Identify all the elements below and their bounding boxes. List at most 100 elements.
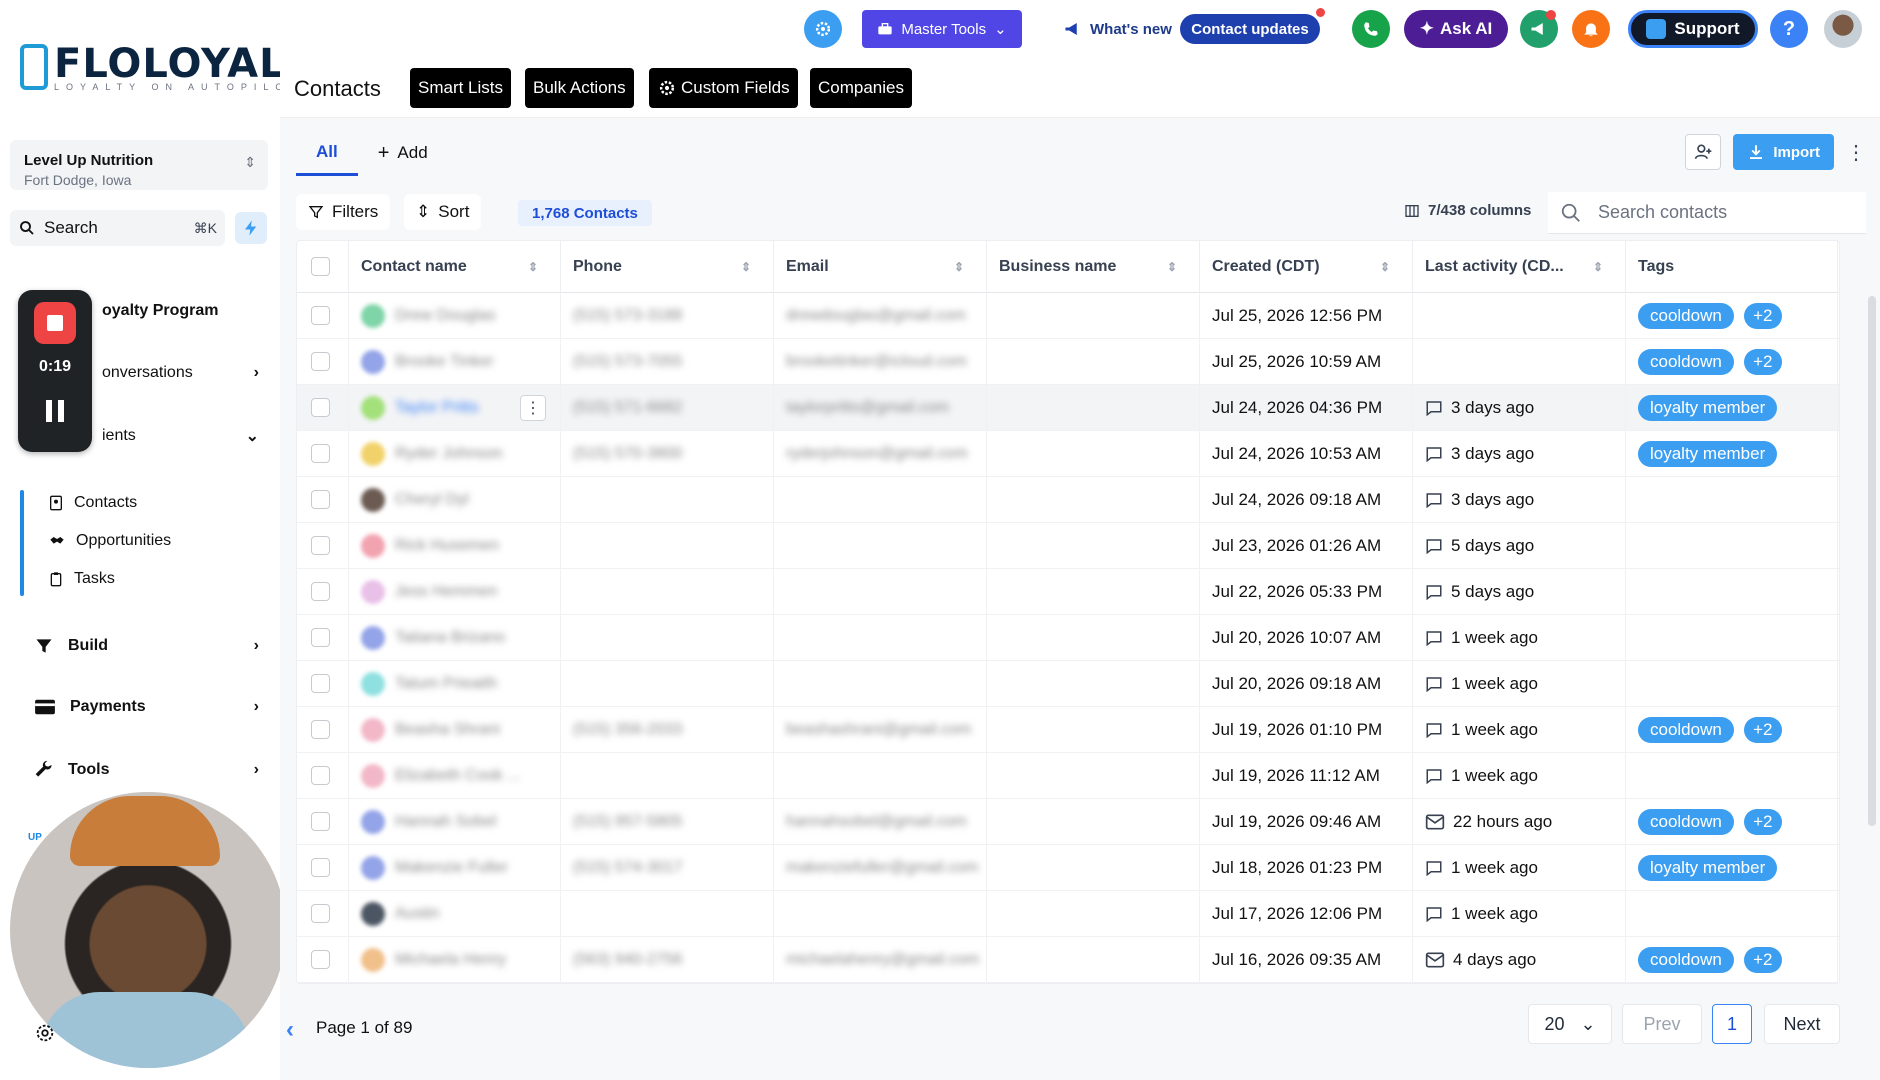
- sidebar-search[interactable]: Search ⌘K: [10, 210, 225, 246]
- tab-add[interactable]: + Add: [358, 130, 448, 176]
- sidebar-item-tools[interactable]: Tools ›: [34, 760, 259, 780]
- column-header[interactable]: Business name ⇕: [987, 240, 1200, 293]
- pause-button[interactable]: [46, 400, 64, 422]
- contact-name-cell[interactable]: Jess Hemmen: [349, 568, 561, 615]
- column-header[interactable]: Tags: [1626, 240, 1838, 293]
- settings-gear-icon[interactable]: [34, 1022, 56, 1044]
- contact-updates-button[interactable]: Contact updates: [1180, 14, 1320, 44]
- tag-badge[interactable]: loyalty member: [1638, 854, 1778, 881]
- row-checkbox[interactable]: [311, 674, 330, 693]
- table-scrollbar[interactable]: [1868, 296, 1876, 826]
- quick-actions-button[interactable]: [235, 212, 267, 244]
- master-tools-dropdown[interactable]: Master Tools ⌄: [862, 10, 1022, 48]
- table-row[interactable]: Taylor Pritts ⋮ (515) 571-6682 taylorpritts…: [297, 384, 1839, 431]
- tag-badge[interactable]: cooldown: [1638, 348, 1734, 375]
- settings-button[interactable]: [804, 10, 842, 48]
- collapse-sidebar-icon[interactable]: ‹: [286, 1016, 294, 1044]
- column-header[interactable]: Last activity (CD... ⇕: [1413, 240, 1626, 293]
- row-checkbox[interactable]: [311, 766, 330, 785]
- contact-name[interactable]: Hannah Sobel: [395, 813, 496, 831]
- tag-badge[interactable]: loyalty member: [1638, 394, 1778, 421]
- brand-logo[interactable]: FLOLOYAL LOYALTY ON AUTOPILOT: [20, 44, 295, 92]
- contact-name[interactable]: Tatiana Brizano: [395, 629, 505, 647]
- row-checkbox[interactable]: [311, 536, 330, 555]
- account-switcher[interactable]: Level Up Nutrition Fort Dodge, Iowa ⇕: [10, 140, 268, 190]
- table-row[interactable]: Jess Hemmen Jul 22, 2026 05:33 PM 5 days a…: [297, 568, 1839, 615]
- contact-name-cell[interactable]: Elizabeth Cook ...: [349, 752, 561, 799]
- sidebar-item-contacts[interactable]: Contacts: [48, 494, 137, 512]
- contact-name-cell[interactable]: Cheryl Dyl: [349, 476, 561, 523]
- contact-name[interactable]: Drew Douglas: [395, 307, 495, 325]
- column-header[interactable]: Created (CDT) ⇕: [1200, 240, 1413, 293]
- tag-badge[interactable]: +2: [1743, 348, 1782, 375]
- sidebar-item-build[interactable]: Build ›: [34, 636, 259, 656]
- row-checkbox[interactable]: [311, 812, 330, 831]
- column-header[interactable]: Phone ⇕: [561, 240, 774, 293]
- prev-page-button[interactable]: Prev: [1622, 1004, 1702, 1044]
- contact-name[interactable]: Tatum Prieaith: [395, 675, 497, 693]
- row-checkbox[interactable]: [311, 720, 330, 739]
- phone-button[interactable]: [1352, 10, 1390, 48]
- more-options-icon[interactable]: ⋮: [1846, 140, 1866, 165]
- user-avatar[interactable]: [1824, 10, 1862, 48]
- contact-name[interactable]: Brooke Tinker: [395, 353, 494, 371]
- sort-icon[interactable]: ⇕: [1593, 260, 1603, 274]
- contact-name-cell[interactable]: Ryder Johnson: [349, 430, 561, 477]
- tag-badge[interactable]: cooldown: [1638, 716, 1734, 743]
- notifications-button[interactable]: [1572, 10, 1610, 48]
- contact-name-cell[interactable]: Hannah Sobel: [349, 798, 561, 845]
- tag-badge[interactable]: +2: [1743, 716, 1782, 743]
- row-checkbox[interactable]: [311, 904, 330, 923]
- contact-name[interactable]: Beasha Shrani: [395, 721, 500, 739]
- stop-record-button[interactable]: [34, 302, 76, 344]
- filters-button[interactable]: Filters: [296, 194, 391, 230]
- page-1-button[interactable]: 1: [1712, 1004, 1752, 1044]
- contact-name[interactable]: Austin: [395, 905, 439, 923]
- contact-name-cell[interactable]: Austin: [349, 890, 561, 937]
- table-row[interactable]: Ryder Johnson (515) 570-3800 ryderjohnson@…: [297, 430, 1839, 477]
- contact-name[interactable]: Taylor Pritts: [395, 399, 479, 417]
- custom-fields-button[interactable]: Custom Fields: [649, 68, 798, 108]
- row-checkbox[interactable]: [311, 628, 330, 647]
- table-row[interactable]: Tatiana Brizano Jul 20, 2026 10:07 AM 1 we…: [297, 614, 1839, 661]
- sort-icon[interactable]: ⇕: [528, 260, 538, 274]
- row-checkbox[interactable]: [311, 306, 330, 325]
- search-contacts-input[interactable]: Search contacts: [1548, 192, 1866, 234]
- contact-name-cell[interactable]: Taylor Pritts ⋮: [349, 384, 561, 431]
- tab-all[interactable]: All: [296, 130, 358, 176]
- sidebar-item-tasks[interactable]: Tasks: [48, 570, 115, 588]
- row-checkbox[interactable]: [311, 582, 330, 601]
- contact-name[interactable]: Rick Husemen: [395, 537, 499, 555]
- contact-name[interactable]: Makenzie Fuller: [395, 859, 508, 877]
- tag-badge[interactable]: cooldown: [1638, 808, 1734, 835]
- contact-name-cell[interactable]: Rick Husemen: [349, 522, 561, 569]
- support-button[interactable]: Support: [1628, 10, 1758, 48]
- table-row[interactable]: Beasha Shrani (515) 356-2033 beashashrani@…: [297, 706, 1839, 753]
- help-button[interactable]: ?: [1770, 10, 1808, 48]
- columns-button[interactable]: 7/438 columns: [1404, 202, 1531, 219]
- contact-name-cell[interactable]: Tatiana Brizano: [349, 614, 561, 661]
- table-row[interactable]: Michaela Henry (563) 940-2756 michaelahenr…: [297, 936, 1839, 983]
- contact-name-cell[interactable]: Tatum Prieaith: [349, 660, 561, 707]
- row-checkbox[interactable]: [311, 398, 330, 417]
- contact-name[interactable]: Ryder Johnson: [395, 445, 503, 463]
- contact-name[interactable]: Jess Hemmen: [395, 583, 497, 601]
- tag-badge[interactable]: +2: [1743, 302, 1782, 329]
- add-contact-button[interactable]: [1685, 134, 1722, 170]
- tag-badge[interactable]: +2: [1743, 946, 1782, 973]
- sidebar-item-payments[interactable]: Payments ›: [34, 698, 259, 716]
- column-header[interactable]: Email ⇕: [774, 240, 987, 293]
- sort-icon[interactable]: ⇕: [741, 260, 751, 274]
- contact-name[interactable]: Michaela Henry: [395, 951, 506, 969]
- tag-badge[interactable]: cooldown: [1638, 302, 1734, 329]
- sidebar-item-opportunities[interactable]: Opportunities: [48, 532, 171, 550]
- table-row[interactable]: Tatum Prieaith Jul 20, 2026 09:18 AM 1 wee…: [297, 660, 1839, 707]
- per-page-select[interactable]: 20 ⌄: [1528, 1004, 1612, 1044]
- contact-name-cell[interactable]: Drew Douglas: [349, 292, 561, 339]
- sort-icon[interactable]: ⇕: [954, 260, 964, 274]
- contact-name-cell[interactable]: Beasha Shrani: [349, 706, 561, 753]
- contact-name[interactable]: Cheryl Dyl: [395, 491, 469, 509]
- column-header[interactable]: Contact name ⇕: [349, 240, 561, 293]
- table-row[interactable]: Austin Jul 17, 2026 12:06 PM 1 week ago: [297, 890, 1839, 937]
- sort-button[interactable]: ⇕ Sort: [404, 194, 482, 230]
